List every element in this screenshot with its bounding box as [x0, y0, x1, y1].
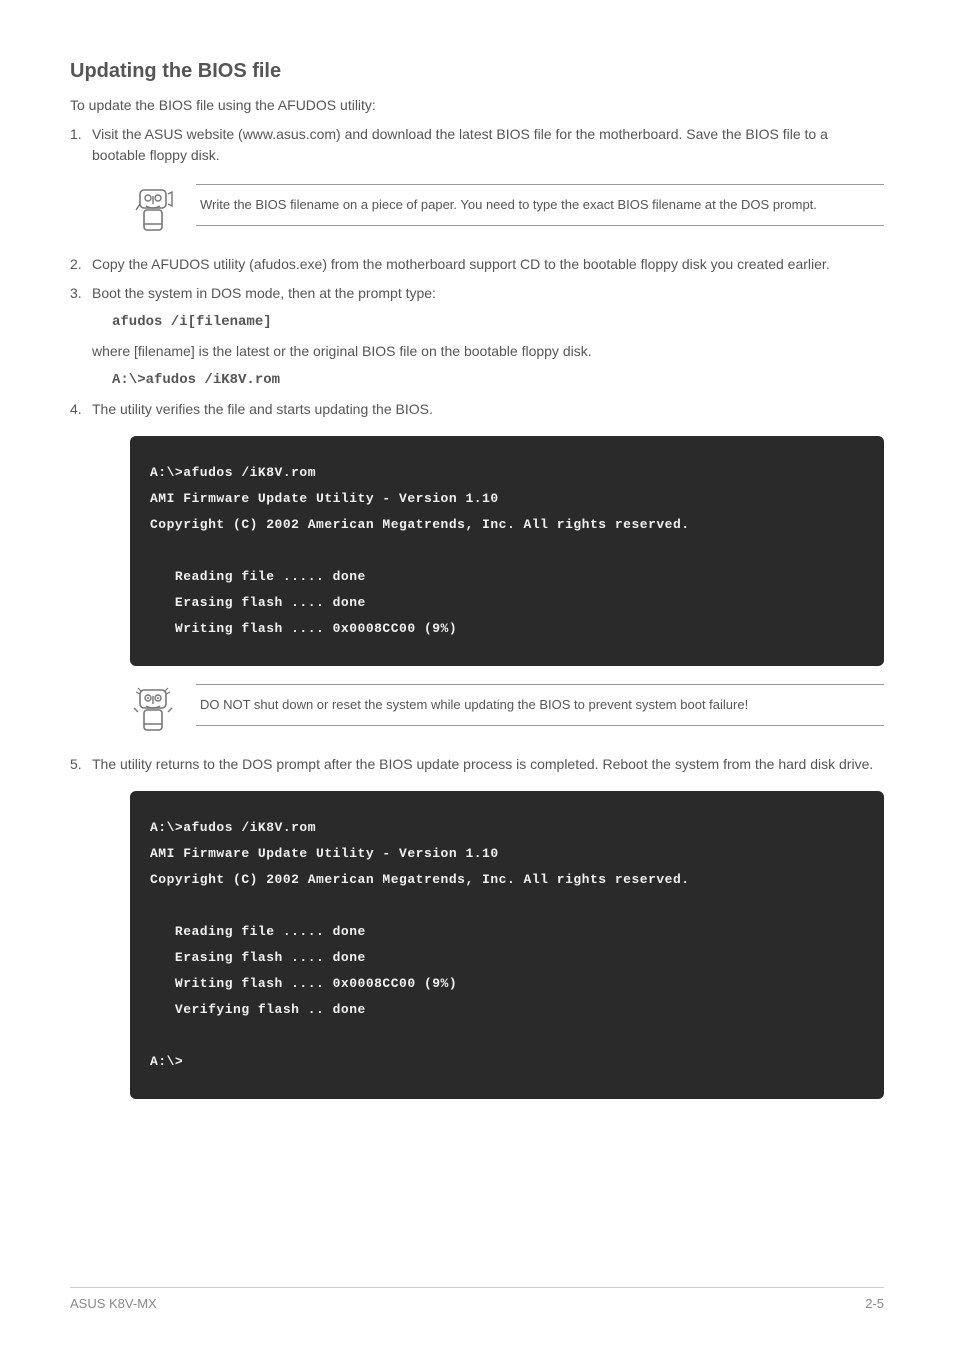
- robot-warning-icon: [130, 684, 178, 736]
- step-1-number: 1.: [70, 124, 82, 145]
- step-3-example: A:\>afudos /iK8V.rom: [70, 370, 884, 391]
- step-3-command: afudos /i[filename]: [70, 312, 884, 333]
- step-4: 4. The utility verifies the file and sta…: [70, 399, 884, 420]
- step-2: 2. Copy the AFUDOS utility (afudos.exe) …: [70, 254, 884, 275]
- step-3-text: Boot the system in DOS mode, then at the…: [92, 285, 436, 301]
- step-2-text: Copy the AFUDOS utility (afudos.exe) fro…: [92, 256, 830, 272]
- step-3: 3. Boot the system in DOS mode, then at …: [70, 283, 884, 304]
- page-footer: ASUS K8V-MX 2-5: [70, 1287, 884, 1311]
- step-4-text: The utility verifies the file and starts…: [92, 401, 433, 417]
- footer-right: 2-5: [865, 1296, 884, 1311]
- robot-note-icon: [130, 184, 178, 236]
- step-3-explain: where [filename] is the latest or the or…: [70, 341, 884, 362]
- footer-left: ASUS K8V-MX: [70, 1296, 157, 1311]
- terminal-output-2: A:\>afudos /iK8V.rom AMI Firmware Update…: [130, 791, 884, 1099]
- step-5: 5. The utility returns to the DOS prompt…: [70, 754, 884, 775]
- step-5-number: 5.: [70, 754, 82, 775]
- note-1-text: Write the BIOS filename on a piece of pa…: [196, 184, 884, 226]
- terminal-output-1: A:\>afudos /iK8V.rom AMI Firmware Update…: [130, 436, 884, 666]
- step-1: 1. Visit the ASUS website (www.asus.com)…: [70, 124, 884, 166]
- step-2-number: 2.: [70, 254, 82, 275]
- step-5-text: The utility returns to the DOS prompt af…: [92, 756, 873, 772]
- step-3-number: 3.: [70, 283, 82, 304]
- step-4-number: 4.: [70, 399, 82, 420]
- note-1: Write the BIOS filename on a piece of pa…: [130, 184, 884, 236]
- step-1-text: Visit the ASUS website (www.asus.com) an…: [92, 126, 828, 163]
- intro-text: To update the BIOS file using the AFUDOS…: [70, 95, 884, 116]
- section-title: Updating the BIOS file: [70, 60, 884, 83]
- note-2: DO NOT shut down or reset the system whi…: [130, 684, 884, 736]
- note-2-text: DO NOT shut down or reset the system whi…: [196, 684, 884, 726]
